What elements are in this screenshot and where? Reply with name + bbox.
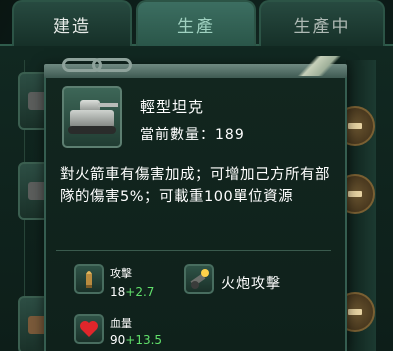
health-bonus: +13.5 — [125, 333, 163, 347]
tab-build-label: 建造 — [53, 16, 91, 37]
health-base: 90 — [110, 333, 126, 347]
attack-value: 18+2.7 — [110, 285, 154, 299]
chain-ornament — [92, 58, 132, 72]
count-label: 當前數量： — [140, 127, 215, 143]
tank-tracks — [68, 126, 116, 134]
tab-producing-label: 生產中 — [293, 16, 351, 37]
unit-count: 當前數量：189 — [140, 124, 245, 144]
attack-bonus: +2.7 — [125, 285, 155, 299]
screen: 建造 生產 生產中 輕型坦克 當前數量：189 對火箭車有傷害加成；可增加己方所… — [0, 0, 393, 351]
attack-label: 攻擊 — [110, 267, 132, 280]
health-value: 90+13.5 — [110, 333, 162, 347]
feather-ornament — [293, 56, 341, 76]
unit-name: 輕型坦克 — [140, 98, 205, 116]
attack-base: 18 — [110, 285, 126, 299]
skill-name: 火炮攻擊 — [221, 276, 281, 292]
count-value: 189 — [215, 127, 245, 143]
tank-gun — [98, 103, 118, 107]
bullet-icon — [74, 264, 104, 294]
divider — [56, 250, 331, 251]
heart-icon — [74, 314, 104, 344]
tab-build[interactable]: 建造 — [12, 0, 132, 46]
popup-header-bar — [44, 56, 347, 78]
unit-description: 對火箭車有傷害加成；可增加己方所有部隊的傷害5%；可載重100單位資源 — [60, 167, 330, 205]
health-label: 血量 — [110, 317, 132, 330]
tab-produce-label: 生產 — [177, 16, 215, 37]
unit-portrait — [62, 86, 122, 148]
tab-producing[interactable]: 生產中 — [259, 0, 385, 46]
artillery-icon — [184, 264, 214, 294]
tab-produce[interactable]: 生產 — [136, 0, 256, 46]
